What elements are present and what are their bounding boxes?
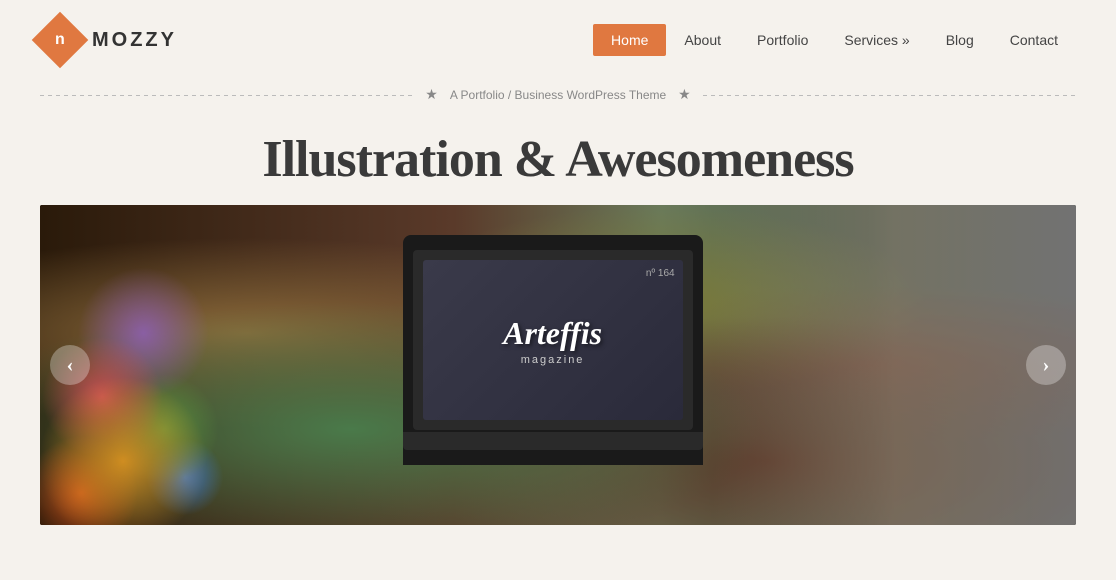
magazine-title: Arteffis xyxy=(503,315,602,352)
magazine-subtitle: magazine xyxy=(521,354,585,366)
slide-prev-arrow[interactable]: ‹ xyxy=(50,345,90,385)
divider-line-right xyxy=(703,95,1076,96)
laptop-keyboard xyxy=(403,432,703,450)
logo-text: MOZZY xyxy=(92,29,177,52)
slide-next-arrow[interactable]: › xyxy=(1026,345,1066,385)
divider-text: A Portfolio / Business WordPress Theme xyxy=(450,88,666,102)
star-right: ★ xyxy=(678,87,691,104)
flower-decoration xyxy=(40,205,454,525)
nav-services[interactable]: Services » xyxy=(826,24,927,56)
laptop-screen: nº 164 Arteffis magazine xyxy=(413,250,693,430)
header: n MOZZY Home About Portfolio Services » … xyxy=(0,0,1116,80)
main-nav: Home About Portfolio Services » Blog Con… xyxy=(593,24,1076,56)
laptop-overlay: nº 164 Arteffis magazine xyxy=(403,235,703,465)
nav-portfolio[interactable]: Portfolio xyxy=(739,24,826,56)
nav-home[interactable]: Home xyxy=(593,24,666,56)
hero-title: Illustration & Awesomeness xyxy=(40,130,1076,189)
divider-line-left xyxy=(40,95,413,96)
hero-title-area: Illustration & Awesomeness xyxy=(0,110,1116,205)
nav-blog[interactable]: Blog xyxy=(928,24,992,56)
nav-about[interactable]: About xyxy=(666,24,739,56)
logo-diamond: n xyxy=(32,12,89,69)
nav-contact[interactable]: Contact xyxy=(992,24,1076,56)
divider: ★ A Portfolio / Business WordPress Theme… xyxy=(0,80,1116,110)
logo-area: n MOZZY xyxy=(40,20,177,60)
slide-image: nº 164 Arteffis magazine xyxy=(40,205,1076,525)
logo-letter: n xyxy=(55,31,65,49)
magazine-number: nº 164 xyxy=(646,268,675,279)
slideshow[interactable]: nº 164 Arteffis magazine ‹ › xyxy=(40,205,1076,525)
person-background xyxy=(713,205,1076,525)
star-left: ★ xyxy=(425,87,438,104)
magazine-cover: nº 164 Arteffis magazine xyxy=(423,260,683,420)
